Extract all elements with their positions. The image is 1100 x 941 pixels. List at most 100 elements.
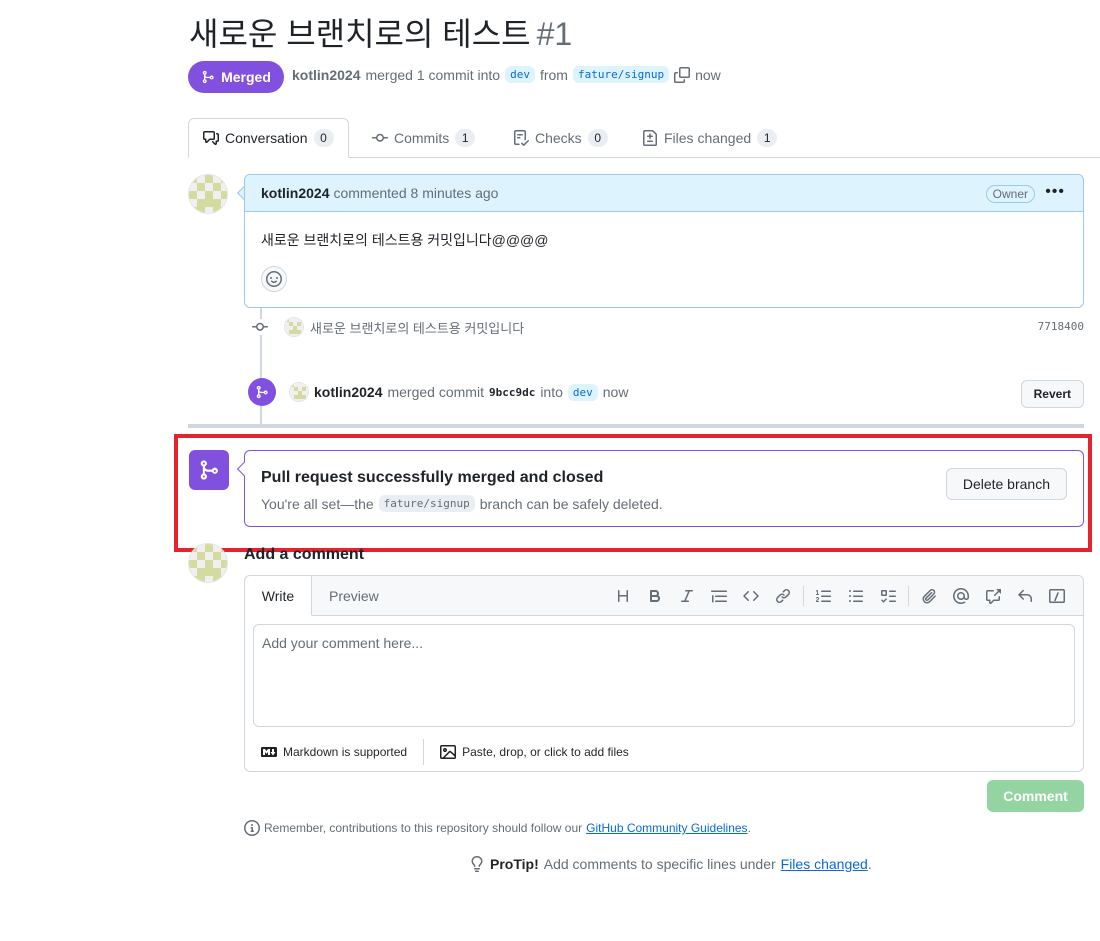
pr-meta: kotlin2024 merged 1 commit into dev from…: [292, 66, 721, 83]
add-files-button[interactable]: Paste, drop, or click to add files: [424, 744, 645, 760]
formatting-toolbar: [607, 584, 1073, 608]
timeline-end-separator: [188, 424, 1084, 428]
mention-icon[interactable]: [945, 584, 977, 608]
protip-suffix: .: [867, 856, 872, 872]
tab-files-changed-label: Files changed: [664, 130, 752, 146]
merge-event-text: merged commit: [387, 384, 484, 400]
paperclip-icon[interactable]: [913, 584, 945, 608]
toolbar-divider: [908, 586, 909, 606]
merge-time: now: [695, 66, 721, 83]
info-icon: [244, 820, 260, 836]
merge-event: kotlin2024 merged commit 9bcc9dc into de…: [248, 377, 1084, 408]
quote-icon[interactable]: [703, 584, 735, 608]
code-icon[interactable]: [735, 584, 767, 608]
editor-header: Write Preview: [245, 576, 1083, 616]
copy-icon[interactable]: [674, 66, 691, 83]
editor-footer: Markdown is supported Paste, drop, or cl…: [245, 734, 1083, 770]
merge-event-time[interactable]: now: [603, 384, 629, 400]
italic-icon[interactable]: [671, 584, 703, 608]
identicon-avatar: [189, 544, 227, 582]
merged-box-pointer: [236, 461, 252, 477]
ordered-list-icon[interactable]: [808, 584, 840, 608]
image-icon: [440, 745, 457, 759]
revert-button[interactable]: Revert: [1020, 380, 1084, 408]
avatar[interactable]: [188, 174, 228, 214]
comment-header: kotlin2024 commented 8 minutes ago Owner…: [245, 175, 1083, 212]
comment-text: 새로운 브랜치로의 테스트용 커밋입니다@@@@: [261, 232, 549, 248]
pr-number: #1: [536, 16, 573, 52]
comment-editor: Write Preview Markdown is supported: [244, 575, 1084, 772]
tab-preview[interactable]: Preview: [329, 576, 379, 616]
tab-commits[interactable]: Commits 1: [372, 118, 476, 158]
markdown-supported-link[interactable]: Markdown is supported: [245, 744, 423, 760]
submit-comment-button[interactable]: Comment: [987, 780, 1084, 812]
kebab-menu-icon[interactable]: •••: [1045, 183, 1065, 201]
avatar[interactable]: [289, 382, 309, 402]
comment-card: kotlin2024 commented 8 minutes ago Owner…: [244, 174, 1084, 308]
merged-state-label: Merged: [221, 69, 271, 85]
bold-icon[interactable]: [639, 584, 671, 608]
merge-into-text: into: [540, 384, 563, 400]
community-guidelines-link[interactable]: GitHub Community Guidelines: [586, 821, 747, 835]
tab-conversation[interactable]: Conversation 0: [188, 118, 349, 158]
markdown-icon: [261, 747, 277, 757]
protip-notice: ProTip! Add comments to specific lines u…: [469, 856, 872, 872]
merge-author-link[interactable]: kotlin2024: [314, 384, 382, 400]
tab-conversation-label: Conversation: [225, 130, 308, 146]
unordered-list-icon[interactable]: [840, 584, 872, 608]
tab-checks[interactable]: Checks 0: [513, 118, 608, 158]
tab-checks-count: 0: [587, 129, 608, 147]
add-comment-heading: Add a comment: [244, 546, 365, 563]
tab-files-changed-count: 1: [757, 129, 778, 147]
add-reaction-button[interactable]: [261, 266, 287, 292]
pr-author-link[interactable]: kotlin2024: [292, 67, 360, 83]
smiley-icon: [266, 271, 282, 287]
git-commit-icon: [372, 133, 388, 142]
identicon-avatar: [189, 175, 227, 213]
from-text: from: [539, 66, 568, 83]
pr-title: 새로운 브랜치로의 테스트: [189, 16, 531, 52]
tab-files-changed[interactable]: Files changed 1: [642, 118, 778, 158]
files-changed-link[interactable]: Files changed: [781, 856, 868, 872]
tab-checks-label: Checks: [535, 130, 582, 146]
slash-command-icon[interactable]: [1041, 584, 1073, 608]
base-branch-label[interactable]: dev: [505, 66, 535, 83]
cross-reference-icon[interactable]: [977, 584, 1009, 608]
guidelines-suffix: .: [747, 821, 751, 835]
light-bulb-icon: [471, 856, 483, 872]
comment-body: 새로운 브랜치로의 테스트용 커밋입니다@@@@: [245, 212, 1083, 292]
link-icon[interactable]: [767, 584, 799, 608]
tab-commits-label: Commits: [394, 130, 450, 146]
merge-target-branch[interactable]: dev: [567, 383, 598, 401]
merge-summary: merged 1 commit into: [365, 66, 501, 83]
head-branch-label[interactable]: fature/signup: [572, 66, 670, 83]
guidelines-notice: Remember, contributions to this reposito…: [244, 820, 751, 836]
protip-text: Add comments to specific lines under: [543, 856, 776, 872]
comment-textarea[interactable]: [253, 624, 1075, 727]
reply-icon[interactable]: [1009, 584, 1041, 608]
merged-state-badge: Merged: [188, 61, 284, 93]
commit-event: 새로운 브랜치로의 테스트용 커밋입니다 7718400: [252, 316, 1084, 338]
highlight-annotation-frame: [174, 434, 1092, 552]
tab-conversation-count: 0: [313, 129, 334, 147]
git-merge-icon: [248, 378, 276, 406]
commit-sha-link[interactable]: 7718400: [1038, 320, 1084, 333]
protip-label: ProTip!: [490, 856, 539, 872]
guidelines-prefix: Remember, contributions to this reposito…: [264, 821, 583, 835]
merge-commit-sha[interactable]: 9bcc9dc: [489, 386, 535, 399]
checklist-icon: [514, 130, 529, 146]
comment-author-link[interactable]: kotlin2024: [261, 185, 329, 201]
commit-message-link[interactable]: 새로운 브랜치로의 테스트용 커밋입니다: [310, 318, 524, 337]
task-list-icon[interactable]: [872, 584, 904, 608]
avatar[interactable]: [284, 317, 304, 337]
markdown-supported-label: Markdown is supported: [283, 745, 408, 759]
file-diff-icon: [643, 130, 657, 146]
comment-timestamp[interactable]: commented 8 minutes ago: [333, 185, 498, 201]
avatar[interactable]: [188, 543, 228, 583]
owner-badge: Owner: [985, 185, 1035, 203]
toolbar-divider: [803, 586, 804, 606]
tab-commits-count: 1: [455, 129, 476, 147]
heading-icon[interactable]: [607, 584, 639, 608]
tab-write[interactable]: Write: [245, 576, 312, 616]
add-files-label: Paste, drop, or click to add files: [462, 745, 629, 759]
